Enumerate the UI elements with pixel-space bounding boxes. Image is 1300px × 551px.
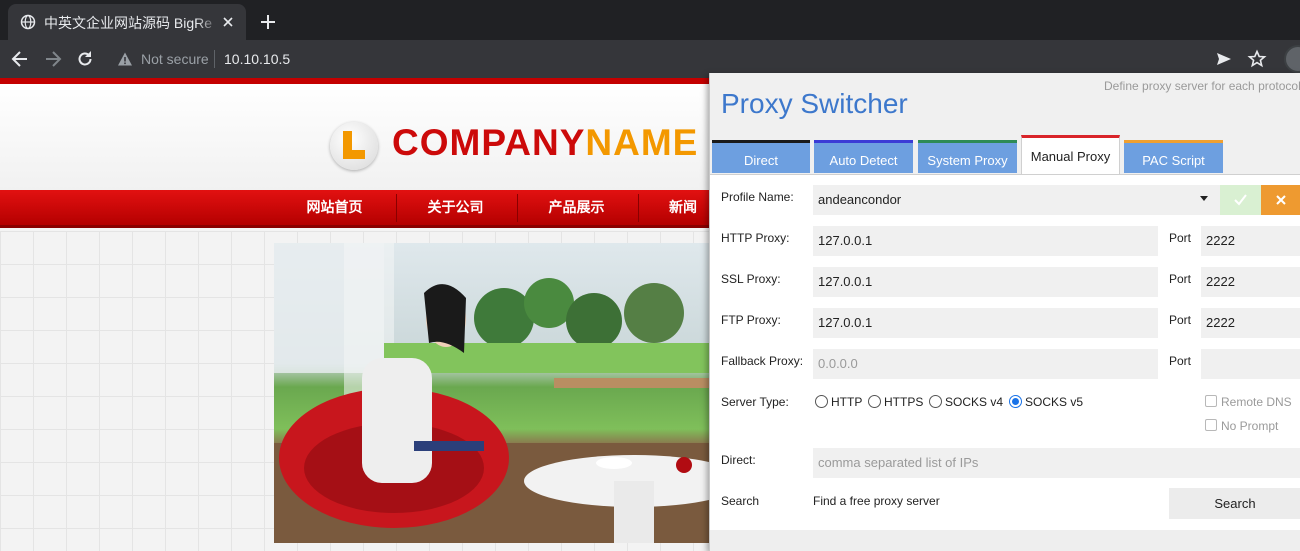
- radio-socks4-label[interactable]: SOCKS v4: [945, 395, 1003, 409]
- panel-title: Proxy Switcher: [721, 88, 908, 119]
- radio-socks4[interactable]: [929, 395, 942, 408]
- logo-text-name: NAME: [585, 122, 699, 163]
- radio-socks5-label[interactable]: SOCKS v5: [1025, 395, 1083, 409]
- nav-item-products[interactable]: 产品展示: [516, 190, 637, 225]
- tab-auto-detect[interactable]: Auto Detect: [814, 140, 913, 173]
- save-button[interactable]: [1220, 185, 1261, 215]
- tab-title: 中英文企业网站源码 BigRe: [44, 13, 220, 33]
- ftp-port-label: Port: [1169, 313, 1192, 327]
- fallback-proxy-label: Fallback Proxy:: [721, 354, 804, 368]
- globe-icon: [20, 14, 36, 30]
- nav-item-news[interactable]: 新闻资: [637, 190, 710, 250]
- no-prompt-label: No Prompt: [1221, 419, 1279, 433]
- remote-dns-label: Remote DNS: [1221, 395, 1292, 409]
- close-icon[interactable]: [220, 14, 236, 30]
- profile-name-select[interactable]: andeancondor: [813, 185, 1220, 215]
- warning-icon[interactable]: [117, 51, 133, 67]
- star-icon[interactable]: [1247, 49, 1267, 69]
- http-port-input[interactable]: 2222: [1201, 226, 1300, 256]
- logo-icon[interactable]: [330, 122, 378, 170]
- ftp-port-input[interactable]: 2222: [1201, 308, 1300, 338]
- forward-arrow-icon[interactable]: [43, 49, 63, 69]
- new-tab-icon[interactable]: [258, 12, 278, 32]
- tab-manual-proxy[interactable]: Manual Proxy: [1021, 135, 1120, 177]
- ftp-proxy-input[interactable]: 127.0.0.1: [813, 308, 1158, 338]
- delete-profile-button[interactable]: [1261, 185, 1300, 215]
- checkmark-icon: [1234, 194, 1247, 206]
- url-text[interactable]: 10.10.10.5: [224, 51, 290, 67]
- web-page: COMPANYNAME 网站首页 关于公司 产品展示 新闻资: [0, 78, 710, 551]
- tab-direct[interactable]: Direct: [712, 140, 810, 173]
- site-header: COMPANYNAME: [0, 84, 710, 190]
- banner-image: [274, 243, 710, 543]
- chevron-down-icon[interactable]: [1199, 195, 1209, 203]
- ssl-port-input[interactable]: 2222: [1201, 267, 1300, 297]
- find-proxy-text: Find a free proxy server: [813, 494, 940, 508]
- server-type-label: Server Type:: [721, 395, 789, 409]
- site-nav: 网站首页 关于公司 产品展示 新闻资: [0, 190, 710, 250]
- fallback-port-label: Port: [1169, 354, 1192, 368]
- panel-subtitle: Define proxy server for each protocol: [1104, 79, 1300, 93]
- fallback-port-input[interactable]: [1201, 349, 1300, 379]
- back-arrow-icon[interactable]: [10, 49, 30, 69]
- panel-footer: [710, 530, 1300, 551]
- ftp-proxy-label: FTP Proxy:: [721, 313, 781, 327]
- close-icon: [1276, 195, 1286, 205]
- no-prompt-checkbox[interactable]: [1205, 419, 1217, 431]
- omnibox-divider: [214, 50, 215, 68]
- direct-ips-input[interactable]: comma separated list of IPs: [813, 448, 1300, 478]
- direct-label: Direct:: [721, 453, 756, 467]
- logo-text-company: COMPANY: [392, 122, 586, 163]
- ssl-proxy-label: SSL Proxy:: [721, 272, 781, 286]
- nav-item-about[interactable]: 关于公司: [395, 190, 516, 225]
- http-port-label: Port: [1169, 231, 1192, 245]
- browser-tab[interactable]: 中英文企业网站源码 BigRe: [8, 4, 246, 40]
- reload-icon[interactable]: [75, 49, 95, 69]
- site-logo-text[interactable]: COMPANYNAME: [392, 122, 698, 164]
- radio-http-label[interactable]: HTTP: [831, 395, 862, 409]
- address-bar[interactable]: Not secure 10.10.10.5: [108, 44, 1300, 74]
- tab-strip: 中英文企业网站源码 BigRe: [0, 0, 1300, 40]
- ssl-port-label: Port: [1169, 272, 1192, 286]
- tab-system-proxy[interactable]: System Proxy: [918, 140, 1017, 173]
- http-proxy-input[interactable]: 127.0.0.1: [813, 226, 1158, 256]
- radio-https-label[interactable]: HTTPS: [884, 395, 923, 409]
- http-proxy-label: HTTP Proxy:: [721, 231, 790, 245]
- ssl-proxy-input[interactable]: 127.0.0.1: [813, 267, 1158, 297]
- profile-name-label: Profile Name:: [721, 190, 794, 204]
- search-label: Search: [721, 494, 760, 508]
- radio-http[interactable]: [815, 395, 828, 408]
- proxy-switcher-popup: Proxy Switcher Define proxy server for e…: [709, 73, 1300, 551]
- radio-socks5[interactable]: [1009, 395, 1022, 408]
- nav-item-home[interactable]: 网站首页: [274, 190, 395, 225]
- radio-https[interactable]: [868, 395, 881, 408]
- security-label[interactable]: Not secure: [141, 51, 209, 67]
- search-button[interactable]: Search: [1169, 488, 1300, 519]
- tab-pac-script[interactable]: PAC Script: [1124, 140, 1223, 173]
- fallback-proxy-input[interactable]: 0.0.0.0: [813, 349, 1158, 379]
- remote-dns-checkbox[interactable]: [1205, 395, 1217, 407]
- send-icon[interactable]: [1214, 49, 1234, 69]
